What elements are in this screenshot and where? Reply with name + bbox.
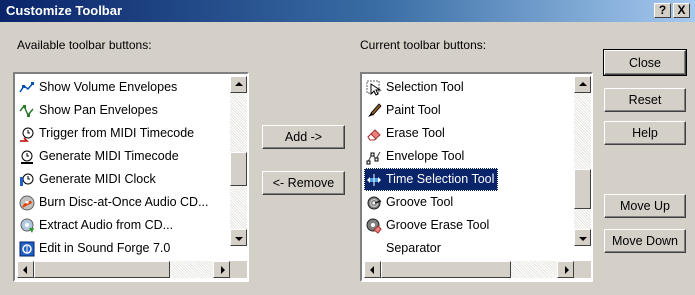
burn-cd-icon xyxy=(19,195,35,210)
scroll-up-button[interactable] xyxy=(230,76,247,93)
current-list-item[interactable]: Separator xyxy=(364,237,498,260)
available-list-item[interactable]: Generate MIDI Clock xyxy=(17,168,213,191)
available-list-item[interactable]: Extract Audio from CD... xyxy=(17,214,213,237)
available-item-label: Burn Disc-at-Once Audio CD... xyxy=(39,195,209,209)
scroll-left-button[interactable] xyxy=(364,261,381,278)
close-button[interactable]: Close xyxy=(603,49,687,76)
available-item-label: Trigger from MIDI Timecode xyxy=(39,126,195,140)
time-selection-tool-icon xyxy=(367,173,381,186)
current-list-item[interactable]: Selection Tool xyxy=(364,76,498,99)
window-title: Customize Toolbar xyxy=(6,3,123,18)
current-list-item[interactable]: Paint Tool xyxy=(364,99,498,122)
customize-toolbar-dialog: Customize Toolbar ? X Available toolbar … xyxy=(0,0,695,295)
available-list-item[interactable]: Show Pan Envelopes xyxy=(17,99,213,122)
scroll-right-button[interactable] xyxy=(213,261,230,278)
title-bar[interactable]: Customize Toolbar ? X xyxy=(0,0,695,22)
scroll-down-button[interactable] xyxy=(574,229,591,246)
scroll-thumb[interactable] xyxy=(574,169,591,209)
current-item-label: Paint Tool xyxy=(386,103,441,117)
sound-forge-icon xyxy=(19,241,35,256)
available-list-item[interactable]: Burn Disc-at-Once Audio CD... xyxy=(17,191,213,214)
current-list-item[interactable]: Groove Tool xyxy=(364,191,498,214)
volume-envelope-icon xyxy=(19,81,34,92)
midi-timecode-icon xyxy=(21,150,33,164)
available-list-item[interactable]: Generate MIDI Timecode xyxy=(17,145,213,168)
envelope-tool-icon xyxy=(366,151,381,164)
available-list-item[interactable]: Edit in Sound Forge 7.0 xyxy=(17,237,213,260)
add-button[interactable]: Add -> xyxy=(262,125,345,149)
groove-tool-icon xyxy=(367,196,382,209)
available-item-label: Generate MIDI Timecode xyxy=(39,149,179,163)
groove-erase-tool-icon xyxy=(366,218,382,234)
extract-cd-icon xyxy=(20,218,34,233)
current-list-item[interactable]: Envelope Tool xyxy=(364,145,498,168)
blank-icon xyxy=(366,241,382,257)
available-horizontal-scrollbar[interactable] xyxy=(17,261,230,278)
scroll-corner xyxy=(574,261,591,278)
current-item-label: Time Selection Tool xyxy=(386,172,495,186)
current-buttons-label: Current toolbar buttons: xyxy=(360,38,487,52)
pan-envelope-icon xyxy=(19,104,34,117)
available-vertical-scrollbar[interactable] xyxy=(230,76,247,246)
help-button[interactable]: Help xyxy=(604,121,686,145)
available-buttons-label: Available toolbar buttons: xyxy=(17,38,152,52)
available-buttons-list[interactable]: Show Volume Envelopes Show Pan Envelopes T… xyxy=(13,72,249,282)
selection-tool-icon xyxy=(366,80,382,96)
current-item-label: Separator xyxy=(386,241,441,255)
scroll-right-button[interactable] xyxy=(557,261,574,278)
scroll-corner xyxy=(230,261,247,278)
current-vertical-scrollbar[interactable] xyxy=(574,76,591,246)
scroll-down-button[interactable] xyxy=(230,229,247,246)
scroll-thumb[interactable] xyxy=(381,261,511,278)
current-item-label: Selection Tool xyxy=(386,80,464,94)
remove-button[interactable]: <- Remove xyxy=(262,171,345,195)
paint-tool-icon xyxy=(368,102,382,117)
move-up-button[interactable]: Move Up xyxy=(604,194,686,218)
available-item-label: Show Pan Envelopes xyxy=(39,103,158,117)
current-horizontal-scrollbar[interactable] xyxy=(364,261,574,278)
current-item-label: Groove Erase Tool xyxy=(386,218,490,232)
current-item-label: Envelope Tool xyxy=(386,149,465,163)
help-title-button[interactable]: ? xyxy=(654,3,671,18)
scroll-left-button[interactable] xyxy=(17,261,34,278)
current-list-item[interactable]: Erase Tool xyxy=(364,122,498,145)
reset-button[interactable]: Reset xyxy=(604,88,686,112)
current-buttons-list[interactable]: Selection Tool Paint Tool Erase Tool Envelo… xyxy=(360,72,593,282)
scroll-thumb[interactable] xyxy=(34,261,170,278)
current-item-label: Erase Tool xyxy=(386,126,445,140)
available-item-label: Extract Audio from CD... xyxy=(39,218,174,232)
erase-tool-icon xyxy=(367,128,381,140)
available-list-item[interactable]: Show Volume Envelopes xyxy=(17,76,213,99)
available-list-item[interactable]: Trigger from MIDI Timecode xyxy=(17,122,213,145)
current-list-item[interactable]: Groove Erase Tool xyxy=(364,214,498,237)
move-down-button[interactable]: Move Down xyxy=(604,229,686,253)
available-item-label: Generate MIDI Clock xyxy=(39,172,156,186)
close-title-button[interactable]: X xyxy=(673,3,690,18)
current-item-label: Groove Tool xyxy=(386,195,454,209)
scroll-up-button[interactable] xyxy=(574,76,591,93)
midi-trigger-icon xyxy=(20,127,34,142)
current-list-item[interactable]: Time Selection Tool xyxy=(364,168,499,191)
available-item-label: Show Volume Envelopes xyxy=(39,80,178,94)
scroll-thumb[interactable] xyxy=(230,152,247,186)
available-item-label: Edit in Sound Forge 7.0 xyxy=(39,241,171,255)
midi-clock-icon xyxy=(20,173,34,186)
